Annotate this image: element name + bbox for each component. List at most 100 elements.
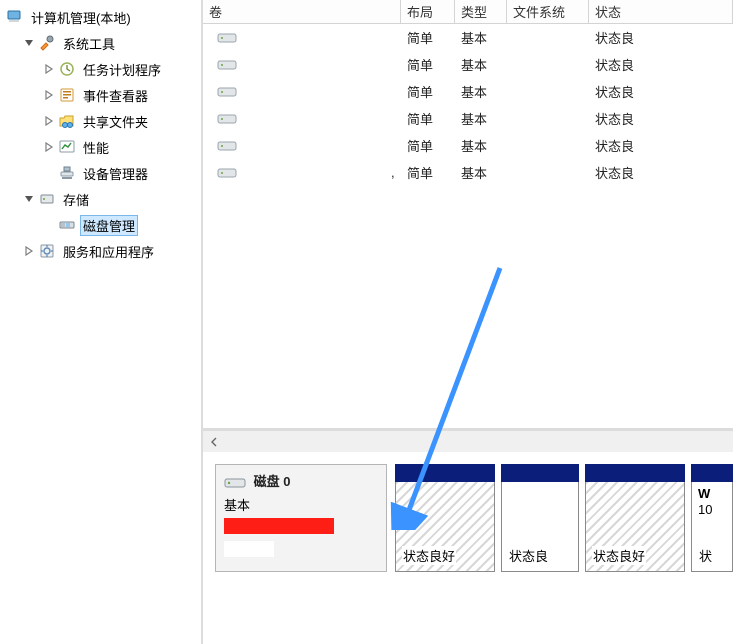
partition[interactable]: 状态良好 — [395, 464, 495, 572]
volume-row[interactable]: ,简单基本状态良 — [203, 159, 733, 186]
cell-type: 基本 — [455, 109, 507, 128]
disk-info-box[interactable]: 磁盘 0 基本 — [215, 464, 387, 572]
shared-folder-icon — [58, 112, 76, 130]
disk-graphical-panel: 磁盘 0 基本 状态良好 状态良 状态良好 W10 状 — [203, 452, 733, 644]
column-header-layout[interactable]: 布局 — [401, 0, 455, 23]
tree-performance-label: 性能 — [80, 137, 112, 158]
performance-icon — [58, 138, 76, 156]
redacted-status — [224, 541, 274, 557]
partition-status-label: 状态良好 — [592, 546, 646, 565]
expand-icon[interactable] — [42, 140, 56, 154]
storage-icon — [38, 190, 56, 208]
tree-device-manager[interactable]: 设备管理器 — [2, 160, 201, 186]
cell-status: 状态良 — [589, 28, 733, 47]
partition[interactable]: 状态良好 — [585, 464, 685, 572]
cell-status: 状态良 — [589, 163, 733, 182]
event-log-icon — [58, 86, 76, 104]
partition-strip: 状态良好 状态良 状态良好 W10 状 — [387, 464, 733, 572]
partition[interactable]: 状态良 — [501, 464, 579, 572]
partition-body: W10 状 — [691, 482, 733, 572]
disk-management-icon — [58, 216, 76, 234]
tree-disk-management[interactable]: 磁盘管理 — [2, 212, 201, 238]
volume-row[interactable]: 简单基本 状态良 — [203, 105, 733, 132]
partition-body: 状态良好 — [395, 482, 495, 572]
cell-type: 基本 — [455, 28, 507, 47]
drive-icon — [217, 139, 237, 153]
volume-row[interactable]: 简单基本 状态良 — [203, 78, 733, 105]
drive-icon — [224, 475, 246, 491]
disk-type: 基本 — [224, 495, 378, 514]
volume-row[interactable]: 简单基本状态良 — [203, 24, 733, 51]
partition-body: 状态良 — [501, 482, 579, 572]
drive-icon — [217, 85, 237, 99]
right-pane: 卷 布局 类型 文件系统 状态 简单基本状态良简单基本状态良简单基本状态良简单基… — [203, 0, 733, 644]
cell-volume — [203, 85, 401, 99]
cell-type: 基本 — [455, 163, 507, 182]
volume-row[interactable]: 简单基本 状态良 — [203, 132, 733, 159]
partition-header — [501, 464, 579, 482]
collapse-icon[interactable] — [22, 192, 36, 206]
partition-header — [585, 464, 685, 482]
expand-icon[interactable] — [42, 88, 56, 102]
volume-row[interactable]: 简单基本状态良 — [203, 51, 733, 78]
left-nav-pane: 计算机管理(本地) 系统工具 任务计划程序 — [0, 0, 203, 644]
clock-icon — [58, 60, 76, 78]
partition-body: 状态良好 — [585, 482, 685, 572]
partition[interactable]: W10 状 — [691, 464, 733, 572]
volume-header-row: 卷 布局 类型 文件系统 状态 — [203, 0, 733, 24]
cell-layout: 简单 — [401, 82, 455, 101]
scroll-track[interactable] — [223, 431, 733, 452]
tree-system-tools[interactable]: 系统工具 — [2, 30, 201, 56]
cell-status: 状态良 — [589, 136, 733, 155]
tree-shared-folders[interactable]: 共享文件夹 — [2, 108, 201, 134]
device-manager-icon — [58, 164, 76, 182]
tree-storage[interactable]: 存储 — [2, 186, 201, 212]
drive-icon — [217, 58, 237, 72]
column-header-status[interactable]: 状态 — [589, 0, 733, 23]
cell-type: 基本 — [455, 136, 507, 155]
expand-icon[interactable] — [42, 62, 56, 76]
partition-status-label: 状态良好 — [402, 546, 456, 565]
partition-header — [691, 464, 733, 482]
computer-mgmt-icon — [6, 8, 24, 26]
tools-icon — [38, 34, 56, 52]
cell-type: 基本 — [455, 55, 507, 74]
disk-title: 磁盘 0 — [254, 471, 291, 490]
redacted-capacity — [224, 518, 334, 534]
scroll-left-icon[interactable] — [205, 433, 223, 451]
tree-event-viewer[interactable]: 事件查看器 — [2, 82, 201, 108]
partition-upper-text: W10 — [698, 486, 712, 518]
expand-icon[interactable] — [42, 114, 56, 128]
drive-icon — [217, 31, 237, 45]
tree-task-scheduler[interactable]: 任务计划程序 — [2, 56, 201, 82]
drive-icon — [217, 112, 237, 126]
cell-status: 状态良 — [589, 82, 733, 101]
expand-icon[interactable] — [22, 244, 36, 258]
drive-icon — [217, 166, 237, 180]
cell-volume — [203, 112, 401, 126]
partition-status-label: 状 — [698, 546, 713, 565]
tree-shared-folders-label: 共享文件夹 — [80, 111, 151, 132]
tree-services-apps[interactable]: 服务和应用程序 — [2, 238, 201, 264]
tree-root[interactable]: 计算机管理(本地) — [2, 4, 201, 30]
volume-list: 卷 布局 类型 文件系统 状态 简单基本状态良简单基本状态良简单基本状态良简单基… — [203, 0, 733, 430]
column-header-filesystem[interactable]: 文件系统 — [507, 0, 589, 23]
cell-type: 基本 — [455, 82, 507, 101]
partition-header — [395, 464, 495, 482]
cell-volume — [203, 31, 401, 45]
cell-status: 状态良 — [589, 109, 733, 128]
tree-performance[interactable]: 性能 — [2, 134, 201, 160]
collapse-icon[interactable] — [22, 36, 36, 50]
partition-status-label: 状态良 — [508, 546, 549, 565]
cell-layout: 简单 — [401, 109, 455, 128]
cell-layout: 简单 — [401, 136, 455, 155]
tree-system-tools-label: 系统工具 — [60, 33, 118, 54]
cell-volume — [203, 58, 401, 72]
tree-root-label: 计算机管理(本地) — [28, 7, 134, 28]
tree-device-manager-label: 设备管理器 — [80, 163, 151, 184]
tree-event-viewer-label: 事件查看器 — [80, 85, 151, 106]
column-header-type[interactable]: 类型 — [455, 0, 507, 23]
cell-status: 状态良 — [589, 55, 733, 74]
horizontal-scrollbar[interactable] — [203, 430, 733, 452]
column-header-volume[interactable]: 卷 — [203, 0, 401, 23]
